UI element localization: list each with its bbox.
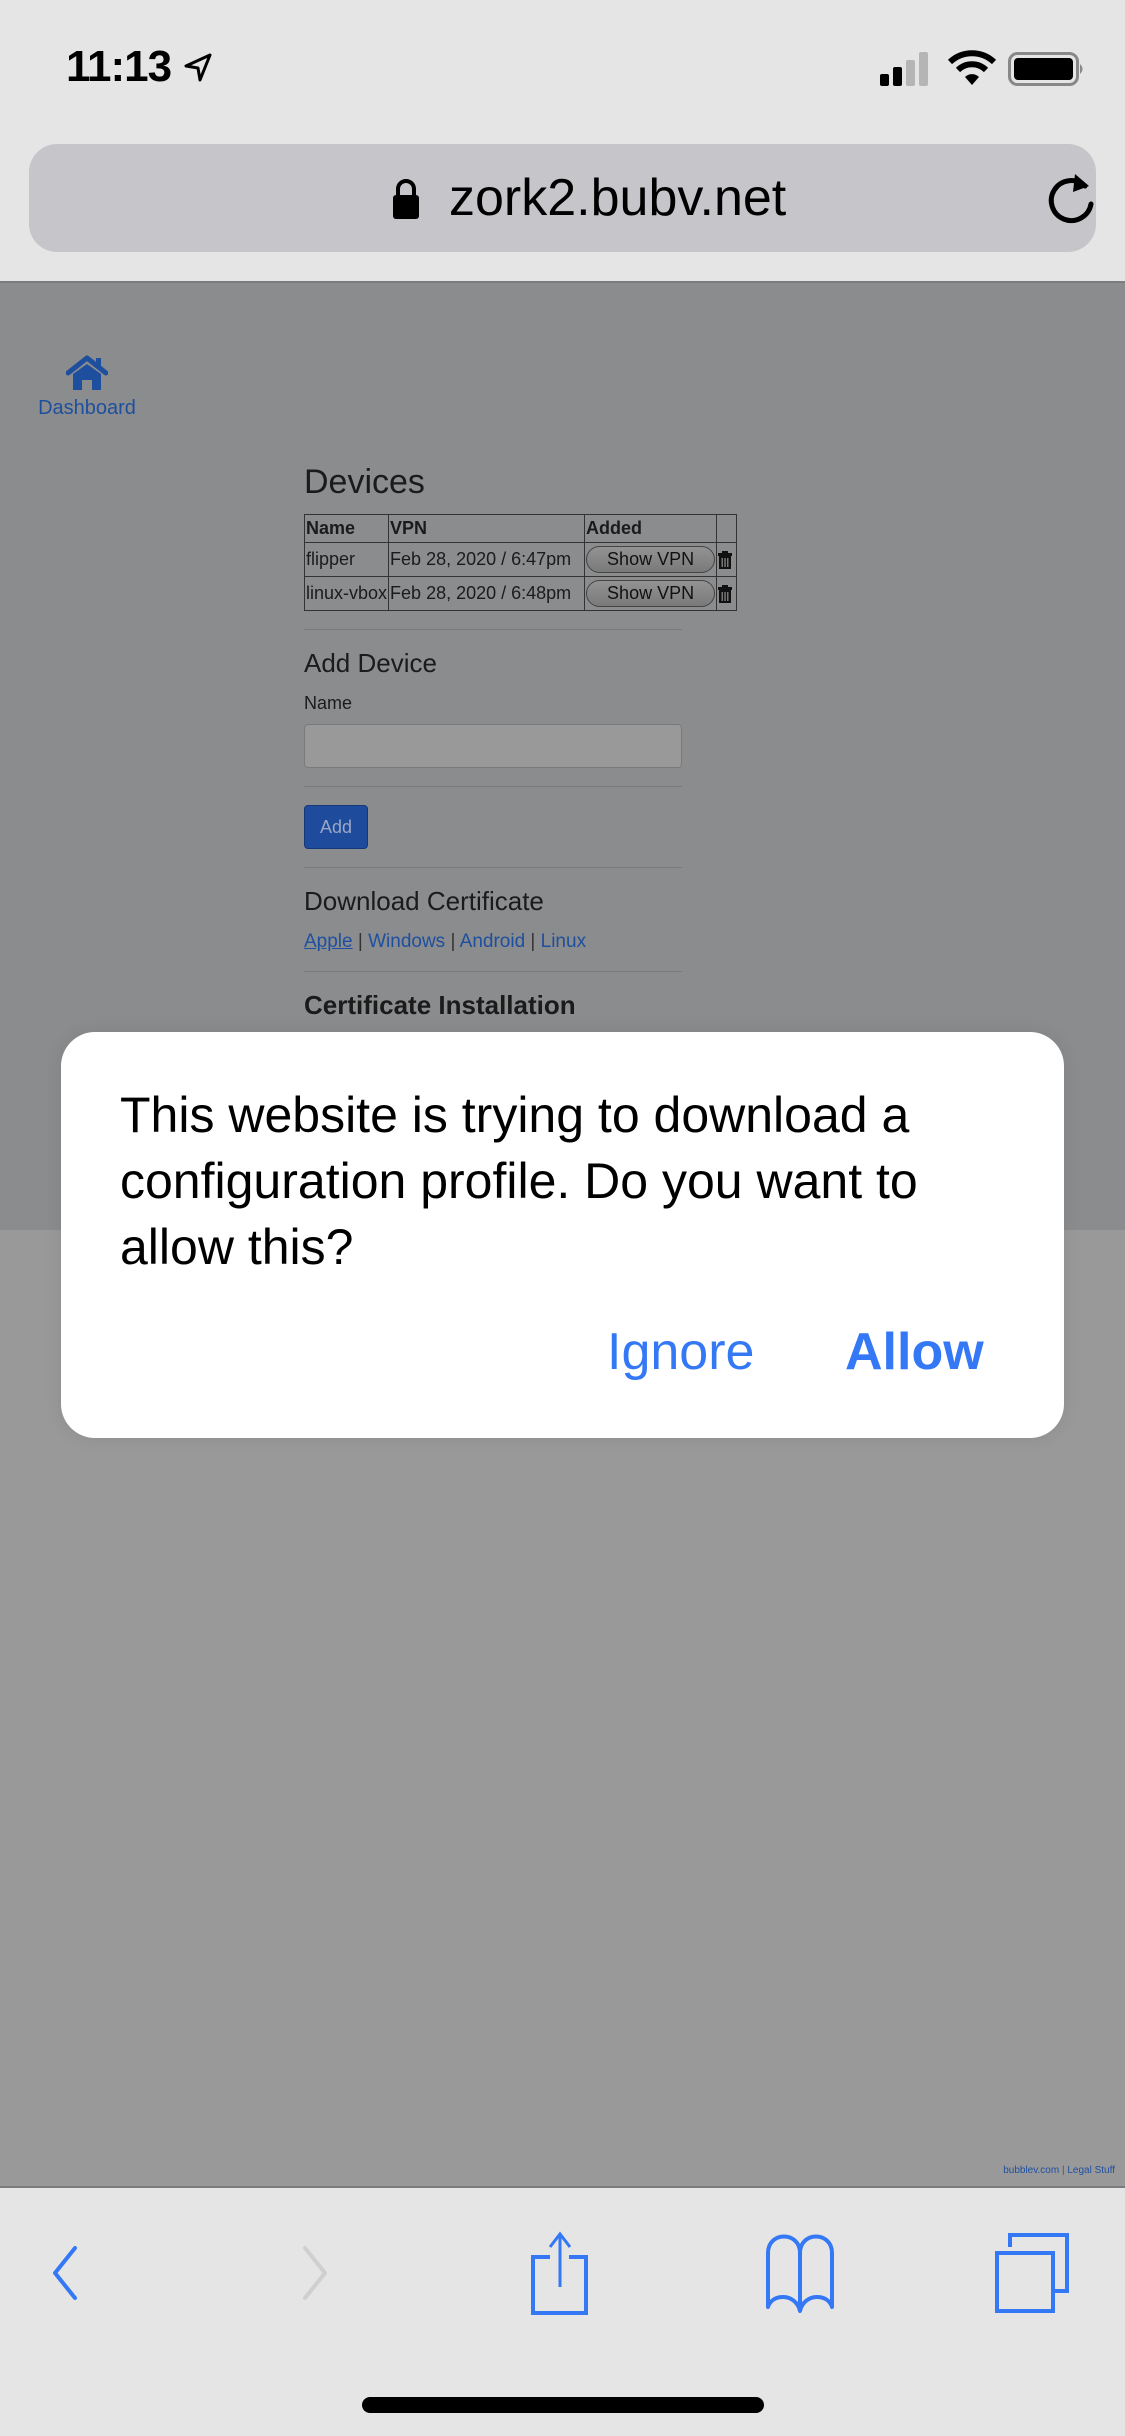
table-row: linux-vbox Feb 28, 2020 / 6:48pm Show VP… bbox=[303, 576, 738, 611]
ignore-button[interactable]: Ignore bbox=[607, 1322, 754, 1382]
footer-site-link[interactable]: bubblev.com bbox=[1003, 2165, 1059, 2176]
status-bar: 11:13 bbox=[0, 0, 1125, 140]
wifi-icon bbox=[948, 50, 996, 85]
footer-separator: | bbox=[1061, 2165, 1065, 2176]
footer-links: bubblev.com | Legal Stuff bbox=[1003, 2165, 1115, 2176]
column-header-name: Name bbox=[303, 514, 390, 543]
home-icon bbox=[66, 355, 108, 390]
show-vpn-button[interactable]: Show VPN bbox=[586, 546, 716, 573]
show-vpn-cell: Show VPN bbox=[584, 576, 718, 611]
location-arrow-icon bbox=[184, 53, 212, 82]
status-time: 11:13 bbox=[66, 42, 172, 91]
show-vpn-button[interactable]: Show VPN bbox=[586, 580, 716, 607]
delete-cell bbox=[716, 576, 738, 611]
url-text[interactable]: zork2.bubv.net bbox=[449, 168, 786, 228]
lock-icon bbox=[393, 179, 419, 219]
certificate-links: Apple | Windows | Android | Linux bbox=[304, 931, 744, 953]
add-device-button[interactable]: Add bbox=[304, 805, 368, 849]
trash-icon[interactable] bbox=[718, 551, 733, 570]
address-bar[interactable]: zork2.bubv.net bbox=[29, 144, 1096, 252]
battery-icon bbox=[1008, 52, 1083, 86]
alert-message: This website is trying to download a con… bbox=[120, 1087, 918, 1275]
bookmarks-icon bbox=[766, 2234, 834, 2313]
device-name: flipper bbox=[303, 542, 390, 577]
bookmarks-button[interactable] bbox=[755, 2228, 845, 2318]
device-added: Feb 28, 2020 / 6:47pm bbox=[388, 542, 586, 577]
dashboard-nav-link[interactable]: Dashboard bbox=[36, 355, 138, 420]
android-cert-link[interactable]: Android bbox=[460, 931, 526, 952]
allow-button[interactable]: Allow bbox=[845, 1322, 984, 1382]
column-header-vpn: VPN bbox=[388, 514, 586, 543]
reload-icon[interactable] bbox=[1045, 170, 1099, 226]
table-header-row: Name VPN Added bbox=[303, 514, 738, 543]
section-divider bbox=[304, 867, 682, 868]
section-divider bbox=[304, 971, 682, 972]
linux-cert-link[interactable]: Linux bbox=[541, 931, 586, 952]
download-certificate-title: Download Certificate bbox=[304, 886, 544, 916]
device-name: linux-vbox bbox=[303, 576, 390, 611]
forward-button[interactable] bbox=[270, 2228, 360, 2318]
footer-legal-link[interactable]: Legal Stuff bbox=[1067, 2165, 1115, 2176]
back-button[interactable] bbox=[20, 2228, 110, 2318]
name-field-label: Name bbox=[304, 693, 353, 713]
show-vpn-cell: Show VPN bbox=[584, 542, 718, 577]
section-divider bbox=[304, 786, 682, 787]
link-separator: | bbox=[357, 931, 363, 952]
share-icon bbox=[531, 2231, 588, 2315]
section-divider bbox=[304, 629, 682, 630]
delete-cell bbox=[716, 542, 738, 577]
column-header-actions bbox=[716, 514, 738, 543]
forward-icon bbox=[303, 2246, 327, 2300]
add-device-title: Add Device bbox=[304, 648, 437, 678]
apple-cert-link[interactable]: Apple bbox=[304, 931, 353, 952]
device-added: Feb 28, 2020 / 6:48pm bbox=[388, 576, 586, 611]
share-button[interactable] bbox=[515, 2228, 605, 2318]
column-header-added: Added bbox=[584, 514, 718, 543]
devices-table: Name VPN Added flipper Feb 28, 2020 / 6:… bbox=[303, 514, 738, 611]
back-icon bbox=[53, 2246, 77, 2300]
link-separator: | bbox=[450, 931, 456, 952]
windows-cert-link[interactable]: Windows bbox=[368, 931, 445, 952]
home-indicator[interactable] bbox=[362, 2397, 764, 2413]
link-separator: | bbox=[530, 931, 536, 952]
cellular-signal-icon bbox=[880, 52, 928, 86]
download-profile-alert: This website is trying to download a con… bbox=[61, 1032, 1064, 1438]
trash-icon[interactable] bbox=[718, 585, 733, 604]
dashboard-label: Dashboard bbox=[38, 397, 136, 419]
table-row: flipper Feb 28, 2020 / 6:47pm Show VPN bbox=[303, 542, 738, 577]
main-content: Devices Name VPN Added flipper Feb 28, 2… bbox=[303, 463, 744, 1021]
tabs-icon bbox=[995, 2233, 1069, 2313]
certificate-installation-title: Certificate Installation bbox=[304, 990, 576, 1020]
tabs-button[interactable] bbox=[990, 2228, 1080, 2318]
device-name-input[interactable] bbox=[304, 724, 682, 768]
devices-title: Devices bbox=[304, 463, 425, 501]
